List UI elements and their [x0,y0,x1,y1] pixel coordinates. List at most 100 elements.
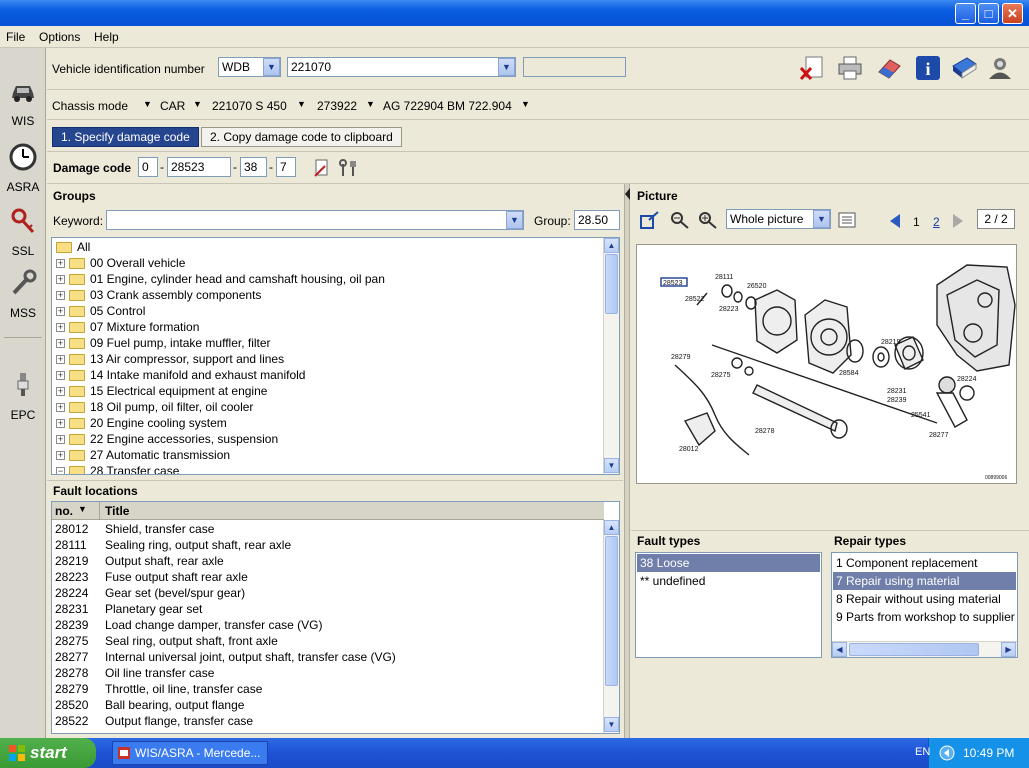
fault-type-item[interactable]: 38 Loose [637,554,820,572]
fault-scrollbar[interactable]: ▲ ▼ [603,520,619,733]
sort-desc-icon[interactable]: ▼ [78,504,87,514]
table-row[interactable]: 28239 Load change damper, transfer case (… [52,617,600,633]
picture-view-dropdown[interactable]: ▼ [813,210,830,228]
vin-input[interactable]: 221070 [287,57,516,77]
tree-item[interactable]: +05 Control [56,303,145,319]
chassis-model[interactable]: 221070 S 450 [212,99,287,113]
scroll-down-button[interactable]: ▼ [604,717,619,732]
damage-code-field-4[interactable]: 7 [276,157,296,177]
expand-toggle-icon[interactable]: + [56,275,65,285]
nav-mss[interactable]: MSS [0,268,46,320]
table-row[interactable]: 28111 Sealing ring, output shaft, rear ax… [52,537,600,553]
table-row[interactable]: 28223 Fuse output shaft rear axle [52,569,600,585]
chassis-car[interactable]: CAR [160,99,185,113]
table-row[interactable]: 28279 Throttle, oil line, transfer case [52,681,600,697]
start-button[interactable]: start [0,738,96,768]
table-row[interactable]: 28275 Seal ring, output shaft, front axle [52,633,600,649]
repair-type-item[interactable]: 9 Parts from workshop to supplier [833,608,1016,626]
page-link-2[interactable]: 2 [933,215,940,229]
scroll-thumb[interactable] [849,643,979,656]
language-indicator[interactable]: EN [915,746,930,758]
menu-file[interactable]: File [6,30,25,44]
chassis-mode-label[interactable]: Chassis mode [52,99,128,113]
chassis-mode-dropdown-icon[interactable]: ▼ [143,99,152,109]
tab-specify-damage-code[interactable]: 1. Specify damage code [52,127,199,147]
repair-type-item[interactable]: 7 Repair using material [833,572,1016,590]
expand-toggle-icon[interactable]: + [56,323,65,333]
tree-item[interactable]: +09 Fuel pump, intake muffler, filter [56,335,271,351]
tab-copy-damage-code[interactable]: 2. Copy damage code to clipboard [201,127,402,147]
scroll-up-button[interactable]: ▲ [604,238,619,253]
nav-epc[interactable]: EPC [0,370,46,422]
tree-item[interactable]: +27 Automatic transmission [56,447,230,463]
table-row[interactable]: 28231 Planetary gear set [52,601,600,617]
table-row[interactable]: 28278 Oil line transfer case [52,665,600,681]
tree-item[interactable]: +03 Crank assembly components [56,287,261,303]
keyword-dropdown[interactable]: ▼ [506,211,523,229]
tree-item[interactable]: − 28 Transfer case [56,463,179,474]
panel-splitter[interactable] [624,184,630,738]
printer-icon[interactable] [835,54,865,82]
tree-item[interactable]: +07 Mixture formation [56,319,199,335]
close-button[interactable]: ✕ [1002,3,1023,24]
prev-page-icon[interactable] [888,213,902,229]
expand-toggle-icon[interactable]: + [56,403,65,413]
scroll-thumb[interactable] [605,254,618,314]
scroll-up-button[interactable]: ▲ [604,520,619,535]
expand-toggle-icon[interactable]: − [56,467,65,474]
expand-toggle-icon[interactable]: + [56,451,65,461]
tree-item[interactable]: +01 Engine, cylinder head and camshaft h… [56,271,385,287]
column-header-no[interactable]: no. [55,504,73,518]
table-row[interactable]: 28520 Ball bearing, output flange [52,697,600,713]
user-settings-icon[interactable] [985,54,1015,82]
expand-toggle-icon[interactable]: + [56,435,65,445]
minimize-button[interactable]: _ [955,3,976,24]
zoom-in-icon[interactable] [697,210,719,230]
damage-code-field-3[interactable]: 38 [240,157,267,177]
tree-item[interactable]: +13 Air compressor, support and lines [56,351,284,367]
expand-toggle-icon[interactable]: + [56,355,65,365]
taskbar-item-wis-asra[interactable]: WIS/ASRA - Mercede... [112,741,268,765]
expand-toggle-icon[interactable]: + [56,387,65,397]
repair-type-item[interactable]: 8 Repair without using material [833,590,1016,608]
vin-prefix-dropdown[interactable]: ▼ [263,58,280,76]
tree-item[interactable]: +20 Engine cooling system [56,415,227,431]
maximize-button[interactable]: □ [978,3,999,24]
tree-item[interactable]: +14 Intake manifold and exhaust manifold [56,367,305,383]
tree-item[interactable]: +18 Oil pump, oil filter, oil cooler [56,399,253,415]
menu-help[interactable]: Help [94,30,119,44]
document-edit-icon[interactable] [313,158,331,178]
group-input[interactable]: 28.50 [574,210,620,230]
picture-canvas[interactable]: 28523 28111 26520 28522 28223 28279 2827… [636,244,1017,484]
repair-type-item[interactable]: 1 Component replacement [833,554,1016,572]
picture-list-icon[interactable] [837,211,857,229]
chassis-engine[interactable]: 273922 [317,99,357,113]
chassis-transmission[interactable]: AG 722904 BM 722.904 [383,99,512,113]
scroll-right-button[interactable]: ▶ [1001,642,1016,657]
damage-code-field-2[interactable]: 28523 [167,157,231,177]
keyword-input[interactable] [106,210,524,230]
tree-item[interactable]: +00 Overall vehicle [56,255,185,271]
expand-toggle-icon[interactable]: + [56,307,65,317]
zoom-out-icon[interactable] [669,210,691,230]
table-row[interactable]: 28522 Output flange, transfer case [52,713,600,729]
column-header-title[interactable]: Title [105,504,129,518]
repair-hscrollbar[interactable]: ◀ ▶ [832,641,1017,657]
tree-root-all[interactable]: All [56,239,90,255]
chassis-transmission-dropdown-icon[interactable]: ▼ [521,99,530,109]
nav-ssl[interactable]: SSL [0,206,46,258]
scroll-down-button[interactable]: ▼ [604,458,619,473]
next-page-icon[interactable] [951,213,965,229]
table-row[interactable]: 28224 Gear set (bevel/spur gear) [52,585,600,601]
delete-document-icon[interactable] [798,54,828,82]
tree-item[interactable]: +22 Engine accessories, suspension [56,431,278,447]
table-row[interactable]: 28012 Shield, transfer case [52,521,600,537]
expand-toggle-icon[interactable]: + [56,339,65,349]
table-row[interactable]: 28277 Internal universal joint, output sh… [52,649,600,665]
groups-scrollbar[interactable]: ▲ ▼ [603,238,619,474]
menu-options[interactable]: Options [39,30,80,44]
expand-toggle-icon[interactable]: + [56,419,65,429]
expand-toggle-icon[interactable]: + [56,291,65,301]
fault-type-item[interactable]: ** undefined [637,572,820,590]
table-row[interactable]: 28219 Output shaft, rear axle [52,553,600,569]
